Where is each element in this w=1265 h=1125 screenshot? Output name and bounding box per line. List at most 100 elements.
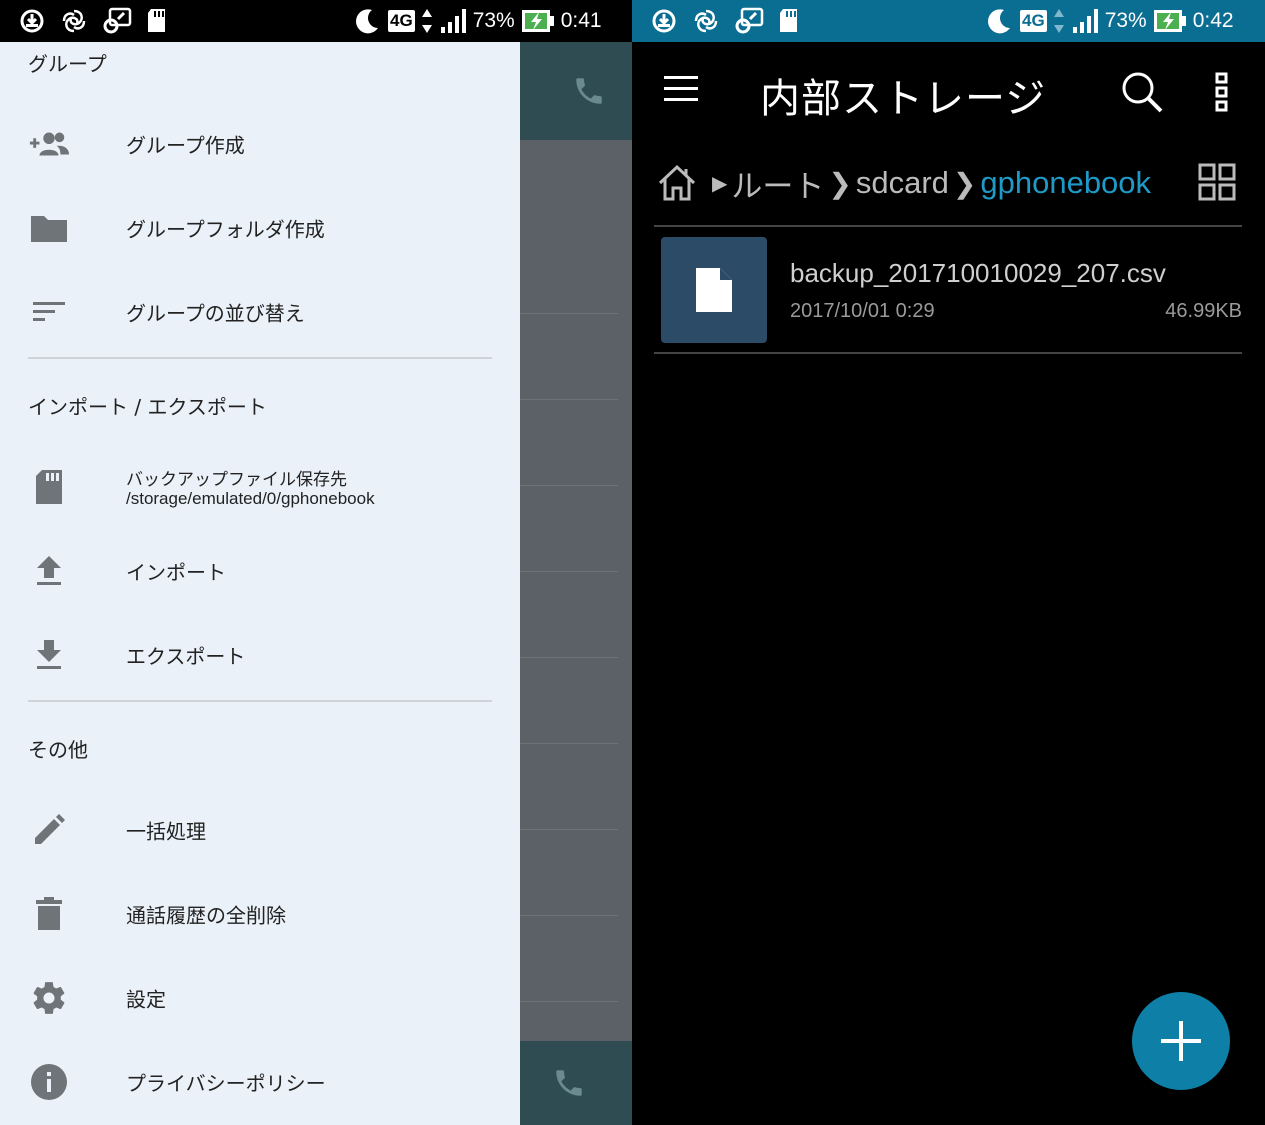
- add-fab-button[interactable]: [1132, 992, 1230, 1090]
- key-app-icon: [735, 7, 764, 34]
- breadcrumb-current[interactable]: gphonebook: [980, 165, 1151, 201]
- sort-icon: [28, 291, 70, 333]
- data-arrows-icon: [421, 9, 432, 33]
- navigation-drawer: グループ グループ作成 グループフォルダ作成 グループの並び替え インポート /…: [0, 42, 520, 1125]
- menu-item-sort-groups[interactable]: グループの並び替え: [0, 270, 520, 354]
- network-type: 4G: [1020, 10, 1047, 32]
- phone-tab-icon[interactable]: [552, 1066, 586, 1100]
- divider: [520, 485, 618, 486]
- list-divider: [654, 352, 1242, 354]
- page-title: 内部ストレージ: [760, 76, 1047, 122]
- menu-item-label: バックアップファイル保存先: [126, 470, 347, 489]
- status-bar-right: 4G 73% 0:41: [352, 0, 602, 42]
- menu-item-create-group[interactable]: グループ作成: [0, 102, 520, 186]
- chevron-right-icon: ❯: [952, 167, 977, 199]
- download-status-icon: [20, 9, 44, 33]
- divider: [520, 915, 618, 916]
- key-app-icon: [103, 7, 132, 34]
- divider: [520, 313, 618, 314]
- folder-icon: [28, 207, 70, 249]
- plus-icon: [1161, 1021, 1201, 1061]
- network-type: 4G: [388, 10, 415, 32]
- download-status-icon: [652, 9, 676, 33]
- drawer-separator: [28, 700, 492, 702]
- battery-percent: 73%: [1104, 9, 1147, 32]
- menu-item-label: 一括処理: [126, 819, 206, 844]
- swirl-app-icon: [694, 9, 718, 33]
- gear-icon: [28, 977, 70, 1019]
- home-icon[interactable]: [656, 163, 698, 203]
- section-header-other: その他: [28, 738, 88, 762]
- menu-item-label: 設定: [126, 987, 166, 1012]
- sd-card-status-icon: [148, 9, 165, 32]
- menu-item-label: エクスポート: [126, 644, 246, 669]
- sd-card-icon: [28, 466, 70, 508]
- chevron-right-icon: ▶: [712, 172, 728, 195]
- edit-icon: [28, 809, 70, 851]
- search-icon[interactable]: [1120, 70, 1164, 114]
- menu-item-create-group-folder[interactable]: グループフォルダ作成: [0, 186, 520, 270]
- menu-item-export[interactable]: エクスポート: [0, 613, 520, 697]
- file-icon: [696, 268, 732, 312]
- divider: [520, 657, 618, 658]
- breadcrumb-root[interactable]: ルート: [731, 161, 824, 206]
- signal-icon: [1072, 9, 1098, 33]
- section-header-group: グループ: [28, 52, 107, 76]
- menu-item-batch-process[interactable]: 一括処理: [0, 788, 520, 872]
- file-list-item[interactable]: backup_201710010029_207.csv 2017/10/01 0…: [654, 230, 1242, 350]
- left-phone-screen: 4G 73% 0:41 グループ グループ作成 グループフォルダ作成 グループの…: [0, 0, 632, 1125]
- moon-icon: [988, 9, 1010, 34]
- divider: [520, 1001, 618, 1002]
- right-phone-screen: 4G 73% 0:42 内部ストレージ ▶ ルート ❯ sdcard ❯ gph…: [632, 0, 1265, 1125]
- data-arrows-icon: [1053, 9, 1064, 33]
- group-add-icon: [28, 123, 70, 165]
- menu-item-label: プライバシーポリシー: [126, 1071, 326, 1096]
- overflow-menu-icon[interactable]: [1214, 70, 1230, 114]
- hamburger-menu-icon[interactable]: [664, 74, 700, 104]
- clock: 0:42: [1192, 9, 1234, 32]
- file-date: 2017/10/01 0:29: [790, 300, 935, 322]
- menu-item-import[interactable]: インポート: [0, 529, 520, 613]
- file-size: 46.99KB: [1165, 300, 1242, 322]
- sd-card-status-icon: [780, 9, 797, 32]
- drawer-separator: [28, 357, 492, 359]
- menu-item-label: インポート: [126, 560, 226, 585]
- info-icon: [28, 1061, 70, 1103]
- status-bar-right: 4G 73% 0:42: [984, 0, 1234, 42]
- divider: [520, 829, 618, 830]
- battery-percent: 73%: [472, 9, 515, 32]
- signal-icon: [440, 9, 466, 33]
- chevron-right-icon: ❯: [828, 167, 852, 199]
- download-icon: [28, 634, 70, 676]
- file-thumbnail: [661, 237, 767, 343]
- battery-charging-icon: [1153, 10, 1186, 32]
- status-bar: 4G 73% 0:42: [632, 0, 1265, 42]
- phone-icon[interactable]: [572, 74, 606, 108]
- divider: [520, 743, 618, 744]
- divider: [520, 571, 618, 572]
- battery-charging-icon: [521, 10, 554, 32]
- divider: [520, 399, 618, 400]
- section-header-import-export: インポート / エクスポート: [28, 395, 267, 419]
- swirl-app-icon: [62, 9, 86, 33]
- menu-item-label: グループの並び替え: [126, 301, 305, 326]
- app-bar: 内部ストレージ: [632, 42, 1265, 142]
- breadcrumb-sdcard[interactable]: sdcard: [856, 165, 949, 201]
- status-bar: 4G 73% 0:41: [0, 0, 632, 42]
- file-name: backup_201710010029_207.csv: [790, 258, 1166, 288]
- menu-item-label: 通話履歴の全削除: [126, 903, 286, 928]
- breadcrumb: ▶ ルート ❯ sdcard ❯ gphonebook: [656, 152, 1246, 214]
- menu-item-label: グループフォルダ作成: [126, 217, 325, 242]
- menu-item-label: グループ作成: [126, 133, 245, 158]
- moon-icon: [356, 9, 378, 34]
- trash-icon: [28, 893, 70, 935]
- list-divider: [654, 225, 1242, 227]
- clock: 0:41: [560, 9, 602, 32]
- menu-item-privacy-policy[interactable]: プライバシーポリシー: [0, 1040, 520, 1124]
- menu-item-sublabel: /storage/emulated/0/gphonebook: [126, 489, 375, 508]
- menu-item-delete-call-history[interactable]: 通話履歴の全削除: [0, 872, 520, 956]
- menu-item-backup-location[interactable]: バックアップファイル保存先 /storage/emulated/0/gphone…: [0, 445, 520, 529]
- menu-item-settings[interactable]: 設定: [0, 956, 520, 1040]
- upload-icon: [28, 550, 70, 592]
- grid-view-icon[interactable]: [1198, 163, 1236, 201]
